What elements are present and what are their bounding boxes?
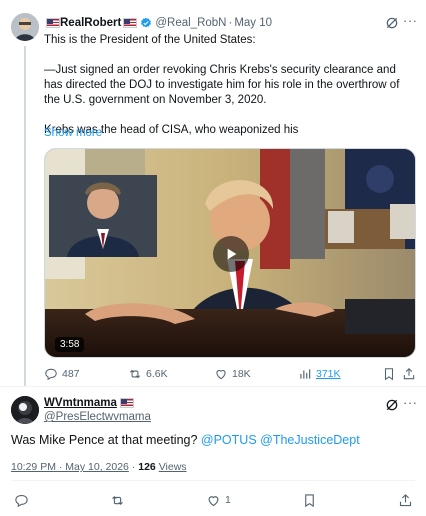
reply-author-avatar[interactable] bbox=[11, 396, 39, 424]
post-paragraph: This is the President of the United Stat… bbox=[44, 34, 256, 46]
post-paragraph: —Just signed an order revoking Chris Kre… bbox=[44, 64, 400, 106]
post-header: RealRobert @Real_RobN · May 10 bbox=[44, 15, 272, 31]
share-icon bbox=[403, 368, 415, 380]
reply-count: 487 bbox=[62, 368, 80, 380]
more-icon[interactable]: ··· bbox=[403, 13, 418, 28]
divider bbox=[11, 480, 415, 481]
show-more-link[interactable]: Show more bbox=[44, 127, 102, 139]
post-body: This is the President of the United Stat… bbox=[44, 33, 416, 138]
grok-icon[interactable] bbox=[385, 16, 399, 30]
play-button[interactable] bbox=[213, 236, 249, 272]
video-player[interactable]: 3:58 bbox=[44, 148, 416, 358]
repost-count: 6.6K bbox=[146, 368, 168, 380]
flag-us-icon bbox=[123, 18, 138, 28]
post-actions: 487 6.6K 18K 371K bbox=[44, 365, 416, 383]
repost-icon bbox=[112, 495, 123, 505]
post-meta: 10:29 PM · May 10, 2026 · 126 Views bbox=[11, 461, 187, 473]
reply-button[interactable]: 487 bbox=[44, 365, 80, 383]
repost-button[interactable] bbox=[110, 491, 125, 509]
like-button[interactable]: 1 bbox=[206, 491, 231, 509]
reply-button[interactable] bbox=[14, 491, 29, 509]
reply-author-handle[interactable]: @PresElectwvmama bbox=[44, 411, 151, 423]
thread-line bbox=[24, 46, 26, 386]
views-count: 371K bbox=[316, 368, 341, 380]
views-button[interactable]: 371K bbox=[298, 365, 341, 383]
video-duration: 3:58 bbox=[55, 337, 85, 352]
play-icon bbox=[227, 248, 237, 260]
flag-us-icon bbox=[46, 18, 60, 28]
divider bbox=[0, 386, 426, 387]
flag-us-icon bbox=[119, 398, 134, 408]
share-button[interactable] bbox=[398, 491, 413, 509]
reply-author-name[interactable]: WVmtnmama bbox=[44, 397, 117, 409]
reply-icon bbox=[15, 494, 28, 507]
reply-author-row: WVmtnmama bbox=[44, 397, 134, 409]
separator-dot: · bbox=[128, 461, 139, 473]
views-label[interactable]: Views bbox=[159, 461, 187, 473]
like-icon bbox=[208, 495, 219, 506]
views-count: 126 bbox=[138, 461, 156, 473]
like-button[interactable]: 18K bbox=[214, 365, 251, 383]
bookmark-button[interactable] bbox=[382, 365, 396, 383]
repost-icon bbox=[129, 369, 141, 379]
bookmark-button[interactable] bbox=[302, 491, 317, 509]
author-handle[interactable]: @Real_RobN bbox=[155, 17, 226, 29]
parent-post[interactable]: RealRobert @Real_RobN · May 10 ··· This … bbox=[0, 0, 426, 386]
like-count: 1 bbox=[225, 494, 231, 506]
more-icon[interactable]: ··· bbox=[403, 395, 418, 410]
bookmark-icon bbox=[384, 368, 394, 381]
author-name[interactable]: RealRobert bbox=[60, 17, 121, 29]
reply-text-body: Was Mike Pence at that meeting? bbox=[11, 433, 201, 447]
repost-button[interactable]: 6.6K bbox=[128, 365, 168, 383]
reply-text: Was Mike Pence at that meeting? @POTUS @… bbox=[11, 433, 360, 447]
bookmark-icon bbox=[305, 493, 314, 507]
verified-badge-icon bbox=[140, 17, 152, 29]
separator-dot: · bbox=[228, 17, 233, 29]
like-icon bbox=[216, 370, 226, 380]
post-date[interactable]: May 10 bbox=[234, 17, 272, 29]
share-button[interactable] bbox=[402, 365, 416, 383]
reply-actions: 1 bbox=[0, 490, 426, 510]
post-timestamp[interactable]: 10:29 PM · May 10, 2026 bbox=[11, 461, 129, 473]
reply-icon bbox=[45, 368, 57, 381]
share-icon bbox=[399, 493, 412, 506]
like-count: 18K bbox=[232, 368, 251, 380]
author-avatar[interactable] bbox=[11, 13, 39, 41]
mention-link[interactable]: @POTUS bbox=[201, 433, 257, 447]
views-icon bbox=[300, 369, 311, 379]
grok-icon[interactable] bbox=[385, 398, 399, 412]
mention-link[interactable]: @TheJusticeDept bbox=[260, 433, 360, 447]
